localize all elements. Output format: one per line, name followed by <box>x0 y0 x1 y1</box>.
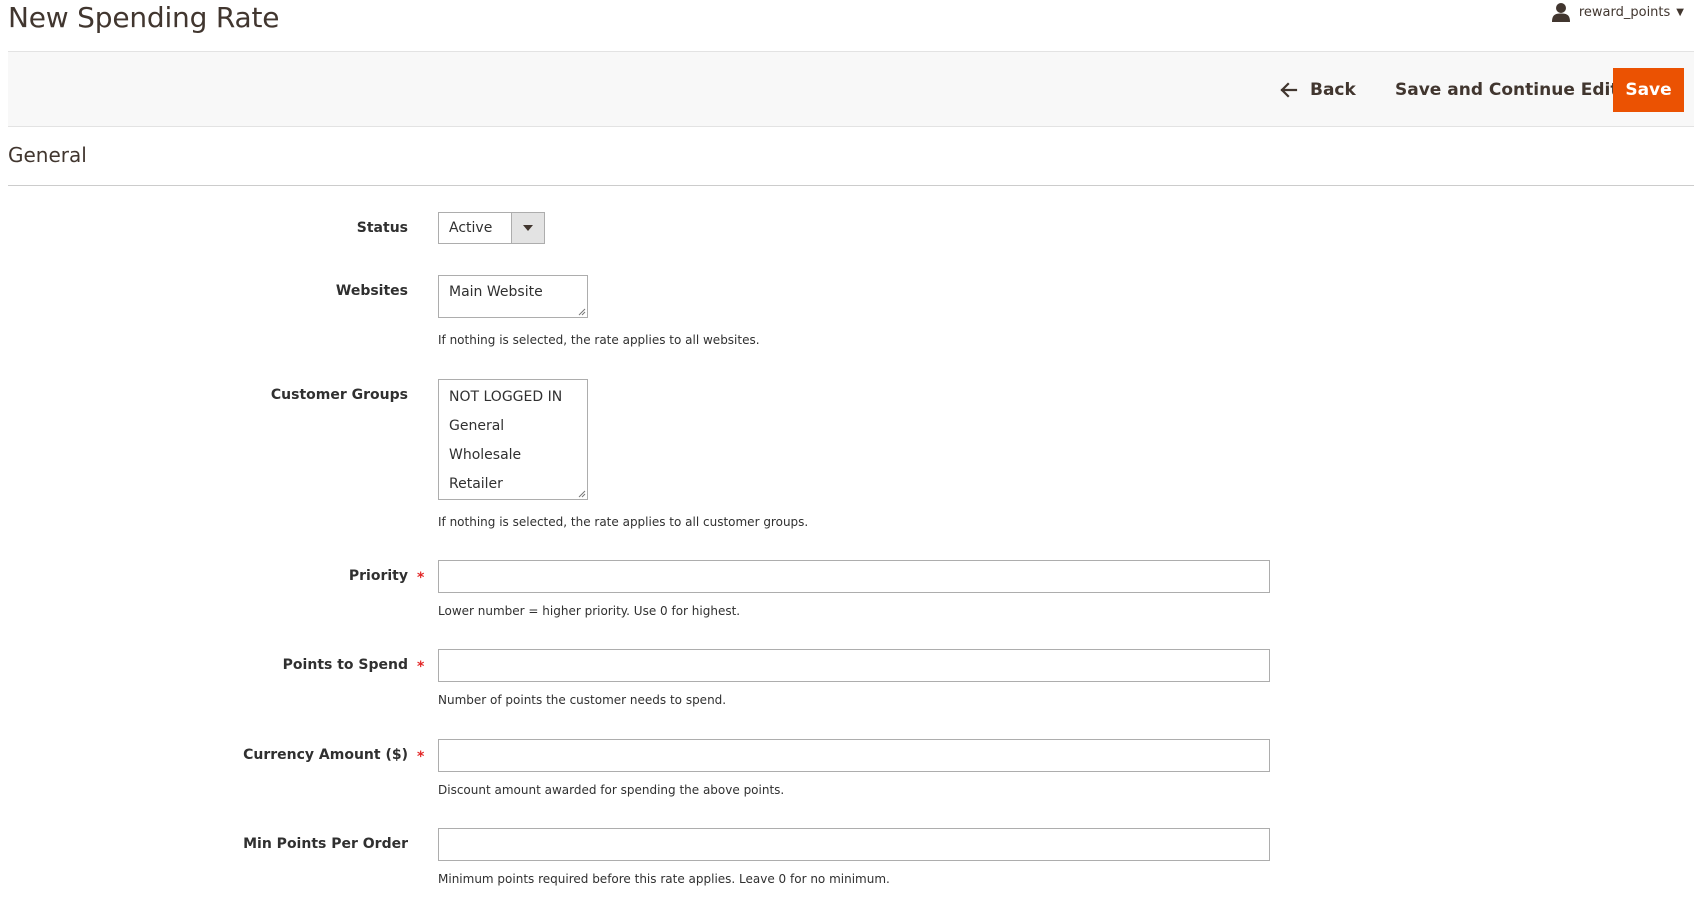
status-label: Status <box>356 220 408 236</box>
customer-groups-label: Customer Groups <box>270 387 408 403</box>
priority-note: Lower number = higher priority. Use 0 fo… <box>438 604 741 618</box>
back-button[interactable]: Back <box>1280 68 1356 112</box>
user-menu[interactable]: reward_points ▼ <box>1551 0 1684 24</box>
save-and-continue-label: Save and Continue Edit <box>1395 80 1619 100</box>
websites-multiselect[interactable]: Main Website <box>438 275 588 318</box>
priority-label: Priority <box>348 568 408 584</box>
page-actions-bar: Back Save and Continue Edit Save <box>8 51 1694 127</box>
customer-groups-multiselect[interactable]: NOT LOGGED IN General Wholesale Retailer <box>438 379 588 500</box>
priority-input[interactable] <box>438 560 1270 593</box>
customer-group-option[interactable]: Wholesale <box>439 441 587 470</box>
user-name: reward_points <box>1578 4 1671 20</box>
websites-label: Websites <box>335 283 408 299</box>
customer-group-option[interactable]: Retailer <box>439 470 587 499</box>
status-select-value: Active <box>449 220 493 236</box>
save-and-continue-button[interactable]: Save and Continue Edit <box>1395 68 1619 112</box>
points-to-spend-input[interactable] <box>438 649 1270 682</box>
caret-down-icon <box>511 213 544 243</box>
user-icon <box>1551 3 1570 22</box>
points-to-spend-label: Points to Spend <box>282 657 408 673</box>
customer-group-option[interactable]: General <box>439 412 587 441</box>
websites-note: If nothing is selected, the rate applies… <box>438 333 760 347</box>
points-to-spend-note: Number of points the customer needs to s… <box>438 693 727 707</box>
caret-down-icon: ▼ <box>1676 6 1684 18</box>
websites-option-main-website[interactable]: Main Website <box>439 278 587 307</box>
arrow-left-icon <box>1280 82 1298 98</box>
status-select[interactable]: Active <box>438 212 545 244</box>
section-divider <box>8 185 1694 186</box>
currency-amount-note: Discount amount awarded for spending the… <box>438 783 785 797</box>
required-marker: * <box>417 570 425 586</box>
currency-amount-input[interactable] <box>438 739 1270 772</box>
save-button[interactable]: Save <box>1613 68 1684 112</box>
section-title: General <box>8 143 87 167</box>
customer-groups-note: If nothing is selected, the rate applies… <box>438 515 809 529</box>
currency-amount-label: Currency Amount ($) <box>243 747 408 763</box>
save-button-label: Save <box>1625 80 1672 100</box>
resize-handle-icon[interactable] <box>576 488 586 498</box>
min-points-label: Min Points Per Order <box>243 836 408 852</box>
resize-handle-icon[interactable] <box>576 306 586 316</box>
required-marker: * <box>417 659 425 675</box>
required-marker: * <box>417 749 425 765</box>
back-button-label: Back <box>1310 80 1356 100</box>
page-title: New Spending Rate <box>8 1 280 34</box>
customer-group-option[interactable]: NOT LOGGED IN <box>439 383 587 412</box>
min-points-note: Minimum points required before this rate… <box>438 872 890 886</box>
min-points-input[interactable] <box>438 828 1270 861</box>
